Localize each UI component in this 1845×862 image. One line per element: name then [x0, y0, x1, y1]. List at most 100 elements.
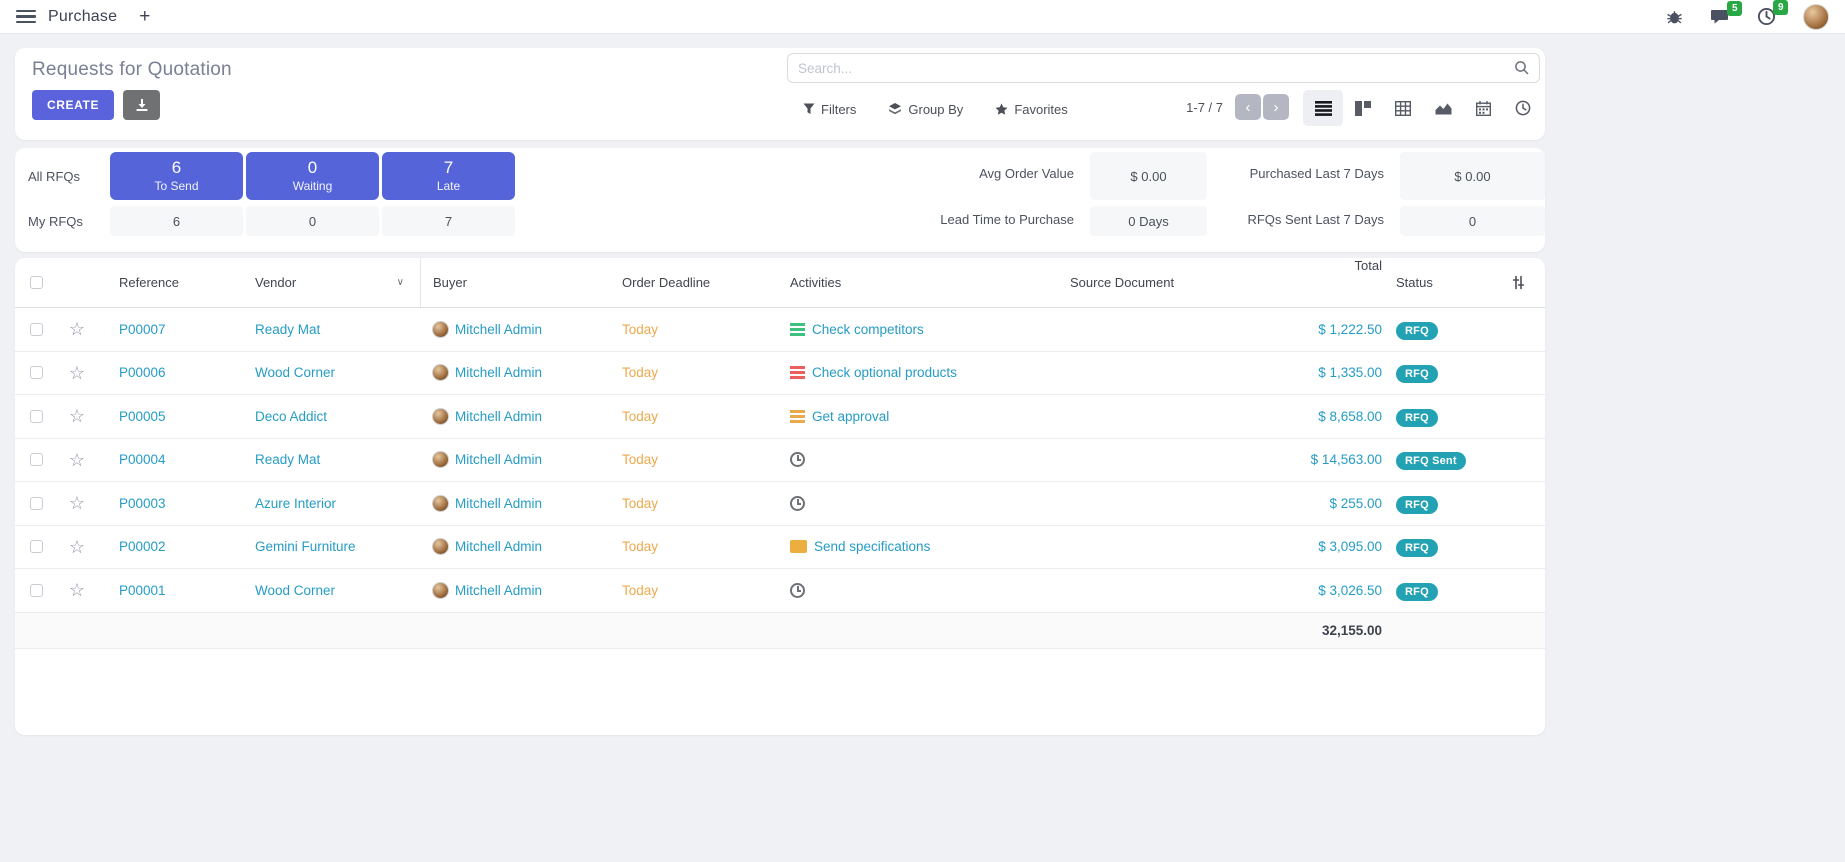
- export-download-button[interactable]: [123, 90, 160, 120]
- favorite-star-icon[interactable]: ☆: [69, 407, 85, 425]
- header-status[interactable]: Status: [1382, 258, 1492, 307]
- rfq-list-table: Reference Vendor ∨ Buyer Order Deadline …: [15, 258, 1545, 735]
- reference-link[interactable]: P00004: [97, 452, 255, 467]
- select-all-checkbox[interactable]: [30, 276, 43, 289]
- buyer-name[interactable]: Mitchell Admin: [455, 322, 542, 337]
- table-row[interactable]: ☆ P00007 Ready Mat Mitchell Admin Today …: [15, 308, 1545, 352]
- favorite-star-icon[interactable]: ☆: [69, 581, 85, 599]
- reference-link[interactable]: P00001: [97, 583, 255, 598]
- pivot-view-button[interactable]: [1383, 90, 1423, 126]
- vendor-link[interactable]: Wood Corner: [255, 583, 335, 598]
- pager-next-button[interactable]: ›: [1263, 94, 1289, 120]
- vendor-link[interactable]: Gemini Furniture: [255, 539, 356, 554]
- search-input[interactable]: [798, 61, 1514, 76]
- row-checkbox[interactable]: [30, 323, 43, 336]
- favorites-button[interactable]: Favorites: [995, 102, 1067, 117]
- table-row[interactable]: ☆ P00006 Wood Corner Mitchell Admin Toda…: [15, 352, 1545, 396]
- kpi-late-button[interactable]: 7 Late: [382, 152, 515, 200]
- table-row[interactable]: ☆ P00002 Gemini Furniture Mitchell Admin…: [15, 526, 1545, 570]
- activity-cell[interactable]: Get approval: [790, 409, 1070, 424]
- row-checkbox[interactable]: [30, 584, 43, 597]
- order-deadline-value: Today: [620, 539, 790, 554]
- calendar-view-button[interactable]: [1463, 90, 1503, 126]
- table-row[interactable]: ☆ P00003 Azure Interior Mitchell Admin T…: [15, 482, 1545, 526]
- buyer-name[interactable]: Mitchell Admin: [455, 539, 542, 554]
- optional-columns-button[interactable]: [1492, 258, 1545, 307]
- buyer-name[interactable]: Mitchell Admin: [455, 452, 542, 467]
- header-total[interactable]: Total: [1250, 258, 1382, 307]
- favorite-star-icon[interactable]: ☆: [69, 451, 85, 469]
- row-checkbox[interactable]: [30, 453, 43, 466]
- favorite-star-icon[interactable]: ☆: [69, 538, 85, 556]
- filters-button[interactable]: Filters: [803, 102, 856, 117]
- row-checkbox[interactable]: [30, 540, 43, 553]
- vendor-link[interactable]: Deco Addict: [255, 409, 327, 424]
- my-waiting-cell[interactable]: 0: [246, 206, 379, 236]
- list-view-button[interactable]: [1303, 90, 1343, 126]
- activity-label[interactable]: Check optional products: [812, 365, 957, 380]
- new-tab-button[interactable]: +: [139, 7, 150, 26]
- header-buyer[interactable]: Buyer: [420, 258, 620, 307]
- activity-cell[interactable]: [790, 496, 1070, 511]
- reference-link[interactable]: P00007: [97, 322, 255, 337]
- user-avatar[interactable]: [1803, 4, 1829, 30]
- vendor-link[interactable]: Wood Corner: [255, 365, 335, 380]
- buyer-name[interactable]: Mitchell Admin: [455, 365, 542, 380]
- view-switcher: [1303, 90, 1543, 126]
- apps-menu-icon[interactable]: [16, 10, 36, 24]
- kpi-waiting-button[interactable]: 0 Waiting: [246, 152, 379, 200]
- buyer-name[interactable]: Mitchell Admin: [455, 409, 542, 424]
- vendor-link[interactable]: Ready Mat: [255, 452, 320, 467]
- reference-link[interactable]: P00005: [97, 409, 255, 424]
- favorite-star-icon[interactable]: ☆: [69, 494, 85, 512]
- app-name[interactable]: Purchase: [48, 8, 117, 26]
- row-checkbox[interactable]: [30, 366, 43, 379]
- table-row[interactable]: ☆ P00004 Ready Mat Mitchell Admin Today …: [15, 439, 1545, 483]
- favorite-star-icon[interactable]: ☆: [69, 364, 85, 382]
- reference-link[interactable]: P00002: [97, 539, 255, 554]
- header-source-document[interactable]: Source Document: [1070, 258, 1250, 307]
- header-vendor[interactable]: Vendor ∨: [255, 258, 420, 307]
- activities-clock-icon[interactable]: 9: [1757, 7, 1776, 26]
- order-deadline-value: Today: [620, 409, 790, 424]
- vendor-link[interactable]: Azure Interior: [255, 496, 336, 511]
- header-order-deadline[interactable]: Order Deadline: [620, 258, 790, 307]
- table-row[interactable]: ☆ P00001 Wood Corner Mitchell Admin Toda…: [15, 569, 1545, 613]
- kanban-view-button[interactable]: [1343, 90, 1383, 126]
- activity-clock-icon: [790, 496, 805, 511]
- activity-label[interactable]: Get approval: [812, 409, 889, 424]
- favorite-star-icon[interactable]: ☆: [69, 320, 85, 338]
- filter-funnel-icon: [803, 103, 815, 115]
- vendor-link[interactable]: Ready Mat: [255, 322, 320, 337]
- activity-label[interactable]: Send specifications: [814, 539, 930, 554]
- activity-cell[interactable]: Check competitors: [790, 322, 1070, 337]
- my-to-send-cell[interactable]: 6: [110, 206, 243, 236]
- search-bar[interactable]: [787, 53, 1540, 83]
- kpi-to-send-button[interactable]: 6 To Send: [110, 152, 243, 200]
- sort-chevron-icon: ∨: [397, 277, 404, 288]
- activity-cell[interactable]: [790, 583, 1070, 598]
- pager-range: 1-7 / 7: [1186, 100, 1223, 115]
- debug-bug-icon[interactable]: [1666, 8, 1683, 25]
- reference-link[interactable]: P00006: [97, 365, 255, 380]
- header-reference[interactable]: Reference: [97, 258, 255, 307]
- table-row[interactable]: ☆ P00005 Deco Addict Mitchell Admin Toda…: [15, 395, 1545, 439]
- group-by-button[interactable]: Group By: [888, 102, 963, 117]
- buyer-name[interactable]: Mitchell Admin: [455, 583, 542, 598]
- activity-cell[interactable]: [790, 452, 1070, 467]
- activity-cell[interactable]: Send specifications: [790, 539, 1070, 554]
- buyer-name[interactable]: Mitchell Admin: [455, 496, 542, 511]
- row-checkbox[interactable]: [30, 410, 43, 423]
- activity-label[interactable]: Check competitors: [812, 322, 924, 337]
- reference-link[interactable]: P00003: [97, 496, 255, 511]
- activity-cell[interactable]: Check optional products: [790, 365, 1070, 380]
- search-icon[interactable]: [1514, 60, 1530, 76]
- activity-view-button[interactable]: [1503, 90, 1543, 126]
- messages-icon[interactable]: 5: [1710, 8, 1730, 26]
- graph-view-button[interactable]: [1423, 90, 1463, 126]
- row-checkbox[interactable]: [30, 497, 43, 510]
- create-button[interactable]: CREATE: [32, 90, 114, 120]
- header-activities[interactable]: Activities: [790, 258, 1070, 307]
- pager-previous-button[interactable]: ‹: [1235, 94, 1261, 120]
- my-late-cell[interactable]: 7: [382, 206, 515, 236]
